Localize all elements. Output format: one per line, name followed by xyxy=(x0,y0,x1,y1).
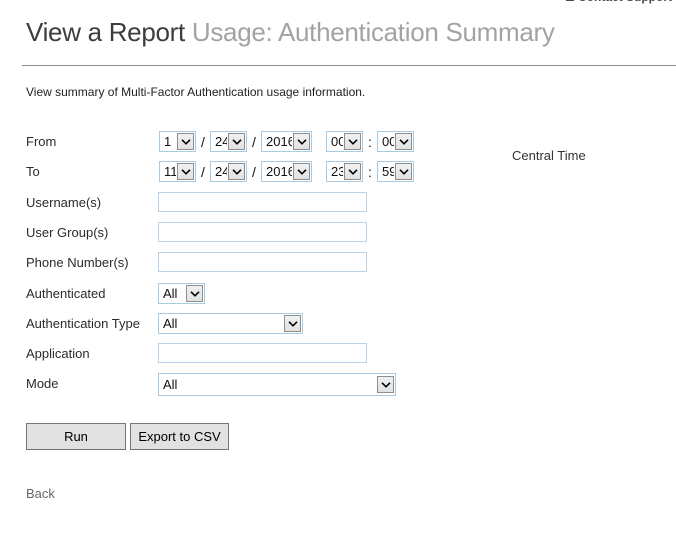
chevron-down-icon[interactable] xyxy=(228,133,245,150)
authentication-type-select[interactable]: All xyxy=(158,313,303,334)
export-csv-button[interactable]: Export to CSV xyxy=(130,423,229,450)
phone-number-row: Phone Number(s) xyxy=(0,252,676,274)
from-label: From xyxy=(26,134,57,149)
chevron-down-icon[interactable] xyxy=(395,133,412,150)
chevron-down-icon[interactable] xyxy=(293,163,310,180)
from-minute-select[interactable]: 00 xyxy=(377,131,414,152)
mode-row: Mode All xyxy=(0,373,676,397)
page-title-secondary: Usage: Authentication Summary xyxy=(191,17,555,47)
chevron-down-icon[interactable] xyxy=(177,163,194,180)
actions-row: Run Export to CSV xyxy=(0,423,676,451)
date-separator: / xyxy=(201,163,205,180)
date-separator: / xyxy=(252,163,256,180)
chevron-down-icon[interactable] xyxy=(344,163,361,180)
to-day-select[interactable]: 24 xyxy=(210,161,247,182)
authenticated-label: Authenticated xyxy=(26,286,106,301)
contact-support-icon xyxy=(566,0,574,1)
authentication-type-row: Authentication Type All xyxy=(0,313,676,335)
phone-number-label: Phone Number(s) xyxy=(26,255,129,270)
username-row: Username(s) xyxy=(0,192,676,214)
chevron-down-icon[interactable] xyxy=(377,376,394,393)
chevron-down-icon[interactable] xyxy=(395,163,412,180)
chevron-down-icon[interactable] xyxy=(284,315,301,332)
report-page: Contact Support View a Report Usage: Aut… xyxy=(0,0,676,533)
date-separator: / xyxy=(252,133,256,150)
page-subtitle: View summary of Multi-Factor Authenticat… xyxy=(26,85,366,99)
username-label: Username(s) xyxy=(26,195,102,210)
time-separator: : xyxy=(368,163,372,180)
mode-label: Mode xyxy=(26,376,59,391)
to-hour-select[interactable]: 23 xyxy=(326,161,363,182)
user-group-label: User Group(s) xyxy=(26,225,109,240)
application-row: Application xyxy=(0,343,676,365)
page-title: View a Report Usage: Authentication Summ… xyxy=(26,17,555,48)
from-year-select[interactable]: 2016 xyxy=(261,131,312,152)
from-hour-select[interactable]: 00 xyxy=(326,131,363,152)
authentication-type-label: Authentication Type xyxy=(26,316,140,331)
authenticated-row: Authenticated All xyxy=(0,283,676,305)
application-input[interactable] xyxy=(158,343,367,363)
to-row: To 11 / 24 / 2016 23 : 59 xyxy=(0,161,676,183)
to-year-select[interactable]: 2016 xyxy=(261,161,312,182)
mode-select[interactable]: All xyxy=(158,373,396,396)
from-day-select[interactable]: 24 xyxy=(210,131,247,152)
phone-number-input[interactable] xyxy=(158,252,367,272)
to-minute-select[interactable]: 59 xyxy=(377,161,414,182)
time-separator: : xyxy=(368,133,372,150)
run-button[interactable]: Run xyxy=(26,423,126,450)
to-month-select[interactable]: 11 xyxy=(159,161,196,182)
chevron-down-icon[interactable] xyxy=(177,133,194,150)
divider xyxy=(22,65,676,66)
contact-support-label: Contact Support xyxy=(578,0,672,4)
back-link[interactable]: Back xyxy=(26,486,55,501)
page-title-primary: View a Report xyxy=(26,17,185,47)
username-input[interactable] xyxy=(158,192,367,212)
user-group-input[interactable] xyxy=(158,222,367,242)
chevron-down-icon[interactable] xyxy=(293,133,310,150)
to-label: To xyxy=(26,164,40,179)
chevron-down-icon[interactable] xyxy=(344,133,361,150)
chevron-down-icon[interactable] xyxy=(228,163,245,180)
date-separator: / xyxy=(201,133,205,150)
application-label: Application xyxy=(26,346,90,361)
user-group-row: User Group(s) xyxy=(0,222,676,244)
authenticated-select[interactable]: All xyxy=(158,283,205,304)
chevron-down-icon[interactable] xyxy=(186,285,203,302)
from-month-select[interactable]: 1 xyxy=(159,131,196,152)
contact-support-link[interactable]: Contact Support xyxy=(566,0,672,4)
